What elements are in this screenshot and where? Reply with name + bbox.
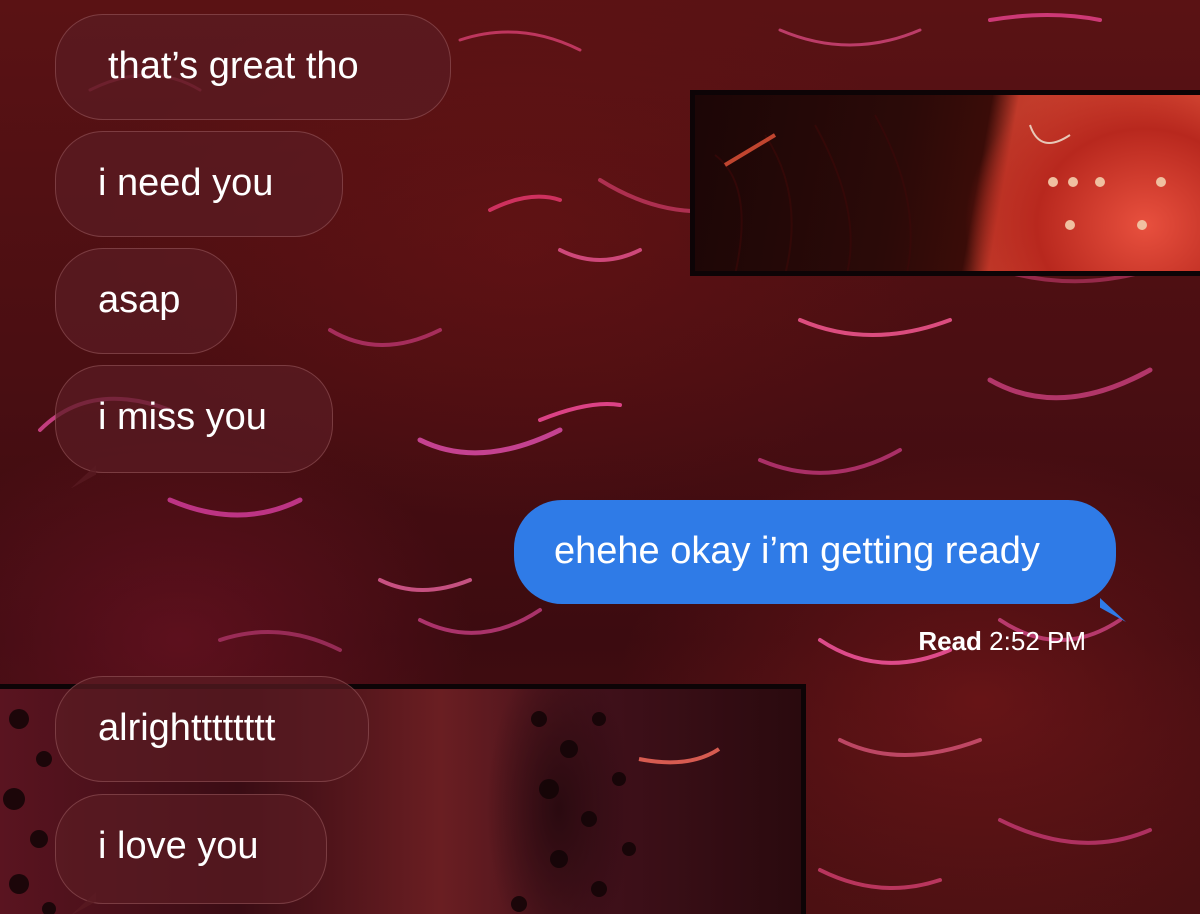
read-label: Read <box>918 626 982 656</box>
read-time: 2:52 PM <box>989 626 1086 656</box>
message-text: i miss you <box>98 396 267 438</box>
received-message[interactable]: i need you <box>55 131 343 237</box>
message-text: alrightttttttt <box>98 707 276 749</box>
received-message[interactable]: that’s great tho <box>55 14 451 120</box>
message-text: asap <box>98 279 181 321</box>
received-message[interactable]: alrightttttttt <box>55 676 369 782</box>
chat-screen: that’s great tho i need you asap i miss … <box>0 0 1200 914</box>
image-attachment-face[interactable] <box>690 90 1200 276</box>
message-text: i love you <box>98 825 259 867</box>
received-message[interactable]: i love you <box>55 794 327 904</box>
read-receipt: Read 2:52 PM <box>918 626 1086 657</box>
piercing-detail <box>714 114 1166 271</box>
sent-message[interactable]: ehehe okay i’m getting ready <box>514 500 1116 604</box>
received-message[interactable]: i miss you <box>55 365 333 473</box>
message-text: that’s great tho <box>108 45 359 87</box>
received-message[interactable]: asap <box>55 248 237 354</box>
message-text: i need you <box>98 162 274 204</box>
message-text: ehehe okay i’m getting ready <box>554 530 1040 572</box>
